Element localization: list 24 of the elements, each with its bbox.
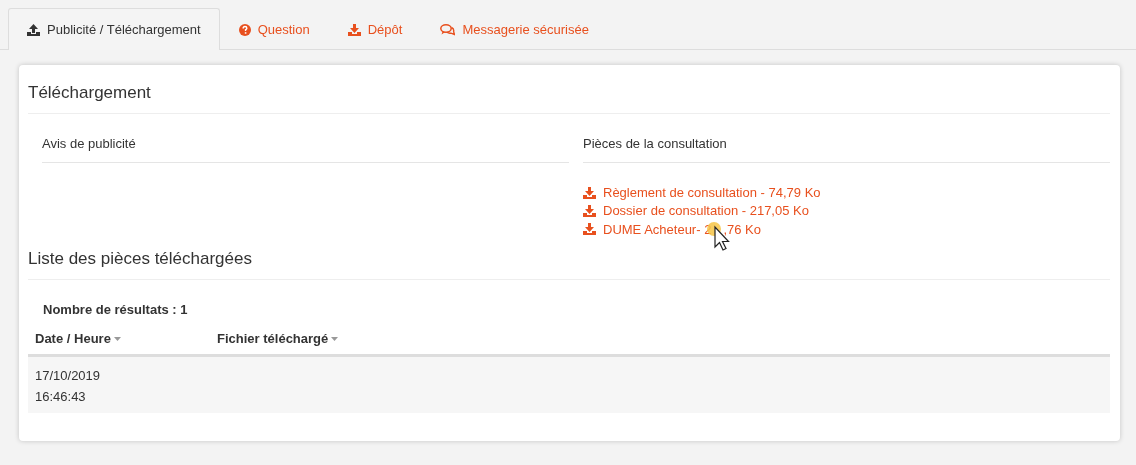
column-heading: Avis de publicité bbox=[42, 136, 136, 151]
download-icon bbox=[583, 204, 596, 217]
column-header[interactable]: Date / Heure bbox=[35, 331, 217, 346]
chat-icon bbox=[440, 23, 456, 36]
file-link[interactable]: Règlement de consultation - 74,79 Ko bbox=[603, 185, 821, 200]
tab[interactable]: Publicité / Téléchargement bbox=[8, 8, 220, 50]
tab[interactable]: Messagerie sécurisée bbox=[421, 8, 608, 50]
tab[interactable]: Dépôt bbox=[328, 8, 422, 50]
download-icon bbox=[583, 186, 596, 199]
file-link[interactable]: Dossier de consultation - 217,05 Ko bbox=[603, 203, 809, 218]
question-icon bbox=[238, 23, 251, 36]
table-cell: 17/10/2019 16:46:43 bbox=[35, 368, 101, 404]
sort-caret-icon bbox=[113, 336, 121, 341]
download-icon bbox=[347, 23, 361, 36]
download-icon bbox=[583, 223, 596, 235]
section-title: Téléchargement bbox=[28, 77, 1110, 114]
tab[interactable]: Question bbox=[219, 8, 329, 50]
sort-caret-icon bbox=[331, 336, 339, 341]
file-link[interactable]: ,76 Ko bbox=[723, 221, 761, 237]
upload-icon bbox=[27, 23, 40, 36]
column-heading: Pièces de la consultation bbox=[583, 136, 727, 151]
column-header[interactable]: Fichier téléchargé bbox=[217, 331, 339, 346]
result-count: Nombre de résultats : 1 bbox=[42, 301, 189, 317]
section-title: Liste des pièces téléchargées bbox=[28, 243, 1110, 280]
